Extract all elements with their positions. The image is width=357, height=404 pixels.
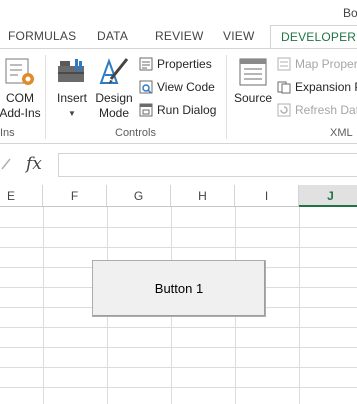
column-header-i[interactable]: I: [235, 185, 299, 207]
insert-controls-button[interactable]: Insert ▼: [52, 55, 92, 121]
com-addins-label-line1: COM: [6, 91, 34, 105]
tab-formulas[interactable]: FORMULAS: [8, 29, 76, 43]
com-addins-label-line2: Add-Ins: [0, 106, 41, 120]
design-mode-button[interactable]: Design Mode: [94, 55, 134, 121]
column-header-f[interactable]: F: [43, 185, 107, 207]
formula-bar: fx: [0, 144, 357, 184]
title-bar: Bo: [0, 0, 357, 25]
grid-line: [299, 207, 300, 404]
grid-line: [0, 347, 357, 348]
chevron-down-icon: ▼: [68, 109, 76, 118]
grid-line: [0, 247, 357, 248]
group-separator: [45, 55, 46, 139]
xml-source-button[interactable]: Source: [232, 55, 274, 106]
expansion-packs-icon: [277, 81, 291, 94]
form-button[interactable]: Button 1: [92, 260, 266, 317]
map-properties-button[interactable]: Map Proper: [277, 54, 357, 74]
run-dialog-icon: [139, 103, 153, 117]
view-code-button[interactable]: View Code: [139, 77, 215, 97]
controls-group-label: Controls: [115, 127, 156, 139]
worksheet-grid[interactable]: E F G H I J Button 1: [0, 185, 357, 404]
xml-group-label: XML: [330, 127, 353, 139]
run-dialog-button[interactable]: Run Dialog: [139, 100, 216, 120]
grid-line: [43, 207, 44, 404]
insert-label: Insert: [56, 91, 87, 105]
group-separator: [226, 55, 227, 139]
design-mode-label-line2: Mode: [98, 106, 130, 120]
xml-source-icon: [239, 58, 267, 86]
window-title: Bo: [343, 6, 357, 20]
addins-group-label: Ins: [0, 127, 15, 139]
refresh-data-label: Refresh Dat: [295, 103, 357, 117]
column-header-j[interactable]: J: [299, 185, 357, 207]
design-mode-label-line1: Design: [95, 91, 133, 105]
expansion-packs-label: Expansion P: [295, 80, 357, 94]
expansion-packs-button[interactable]: Expansion P: [277, 77, 357, 97]
properties-button[interactable]: Properties: [139, 54, 212, 74]
properties-label: Properties: [157, 57, 212, 71]
view-code-icon: [139, 80, 153, 94]
refresh-data-button[interactable]: Refresh Dat: [277, 100, 357, 120]
ribbon: COM Add-Ins Ins Insert ▼ Design Mode Pro…: [0, 48, 357, 144]
xml-source-label: Source: [233, 91, 273, 105]
grid-line: [0, 327, 357, 328]
map-properties-icon: [277, 57, 291, 71]
insert-function-button[interactable]: fx: [26, 154, 42, 174]
ribbon-tabs: FORMULAS DATA REVIEW VIEW DEVELOPER: [0, 25, 357, 50]
formula-input[interactable]: [58, 153, 357, 177]
tab-view[interactable]: VIEW: [223, 29, 254, 43]
run-dialog-label: Run Dialog: [157, 103, 217, 117]
com-addins-icon: [5, 58, 34, 85]
properties-icon: [139, 57, 153, 71]
design-mode-icon: [99, 58, 129, 84]
column-header-e[interactable]: E: [0, 185, 43, 207]
tab-data[interactable]: DATA: [97, 29, 128, 43]
view-code-label: View Code: [157, 80, 215, 94]
grid-line: [0, 387, 357, 388]
map-properties-label: Map Proper: [295, 57, 357, 71]
toolbox-icon: [58, 59, 84, 82]
enter-check-icon[interactable]: [0, 156, 14, 170]
grid-line: [0, 227, 357, 228]
tab-review[interactable]: REVIEW: [155, 29, 204, 43]
column-header-h[interactable]: H: [171, 185, 235, 207]
column-header-g[interactable]: G: [107, 185, 171, 207]
refresh-data-icon: [277, 103, 291, 117]
tab-developer[interactable]: DEVELOPER: [270, 25, 357, 50]
grid-line: [0, 367, 357, 368]
com-addins-button[interactable]: COM Add-Ins: [0, 55, 42, 121]
